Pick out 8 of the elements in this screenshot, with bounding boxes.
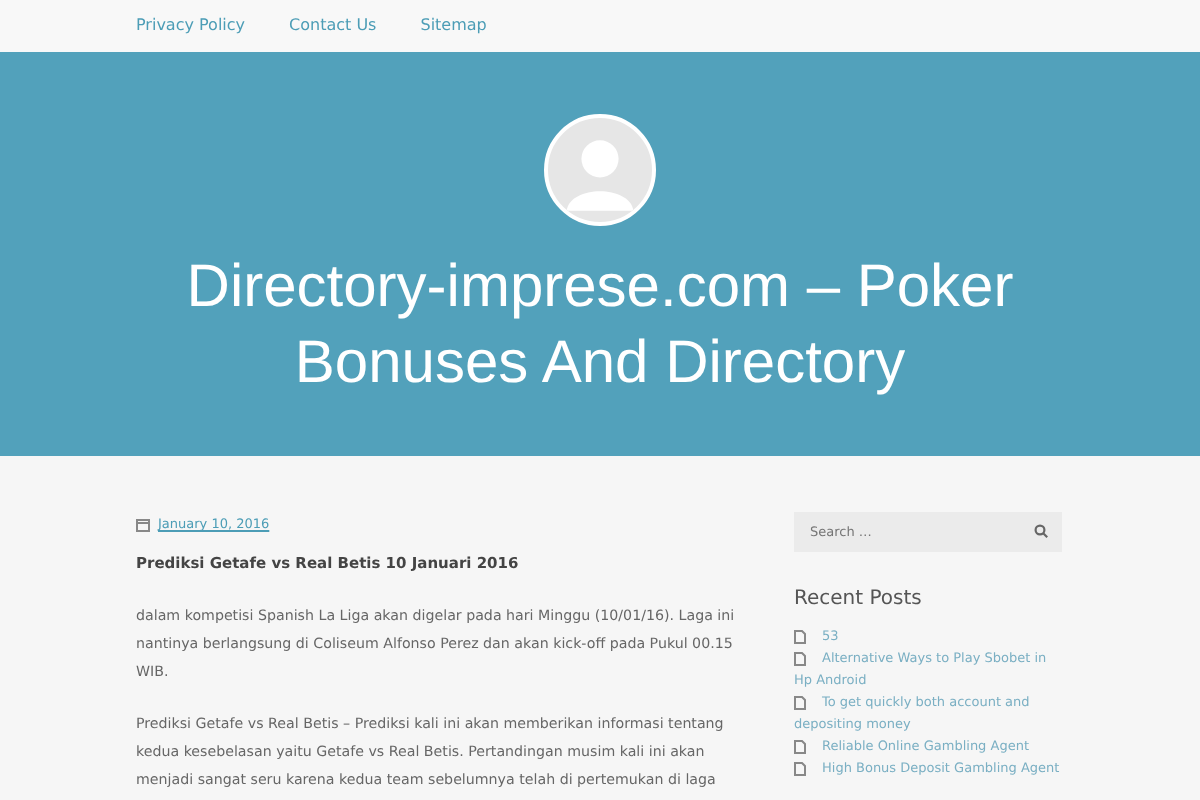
- site-title: Directory-imprese.com – Poker Bonuses And Directory: [184, 252, 1016, 400]
- section-heading: Recent Posts: [794, 586, 924, 614]
- nav-link[interactable]: Contact Us: [289, 14, 377, 38]
- nav-link[interactable]: Sitemap: [420, 14, 487, 38]
- calendar-icon: [136, 518, 150, 533]
- document-icon: [794, 695, 806, 710]
- search-icon[interactable]: [1034, 524, 1048, 538]
- nav-link[interactable]: Privacy Policy: [136, 14, 246, 38]
